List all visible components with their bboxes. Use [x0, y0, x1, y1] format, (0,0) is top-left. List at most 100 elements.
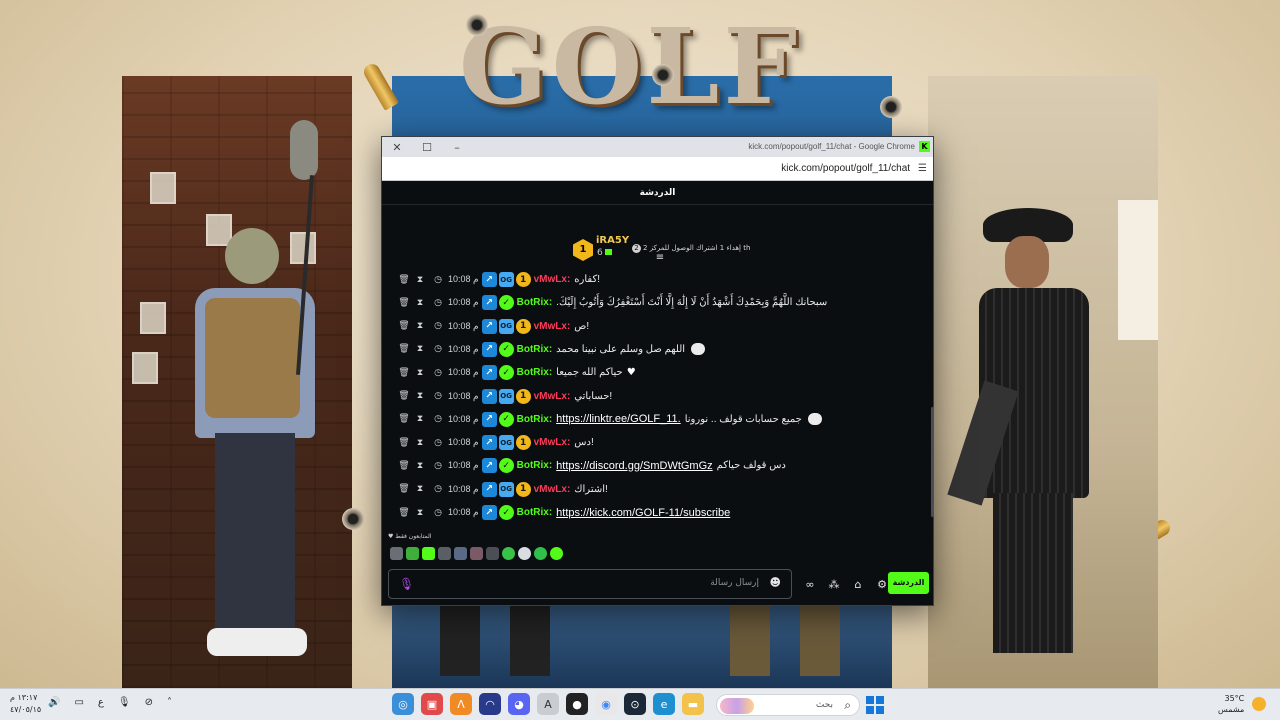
discord-icon[interactable]: ◕ [508, 693, 530, 715]
chevron-up-icon[interactable]: ˄ [167, 697, 172, 708]
site-settings-icon[interactable]: ☰ [918, 163, 927, 174]
delete-message-icon[interactable]: 🗑 [396, 505, 412, 521]
message-username[interactable]: vMwLx: [534, 437, 571, 448]
pinned-gift-banner[interactable]: 1 iRA5Y 6 2 إهداء 1 اشتراك الوصول للمركز … [382, 205, 933, 263]
delete-message-icon[interactable]: 🗑 [396, 272, 412, 288]
emote-item[interactable] [422, 547, 435, 560]
timeout-icon[interactable]: ⧗ [412, 505, 428, 521]
close-window-button[interactable]: ✕ [382, 137, 412, 157]
message-username[interactable]: BotRix: [517, 414, 553, 425]
message-username[interactable]: BotRix: [517, 297, 553, 308]
message-text: حساباتي! [574, 390, 613, 402]
timeout-icon[interactable]: ⧗ [412, 318, 428, 334]
chat-message[interactable]: 🗑 ⧗ ◷ 10:08 م ↗ ✓ BotRix: https://linktr.ee/GOL… [382, 408, 927, 431]
delete-message-icon[interactable]: 🗑 [396, 388, 412, 404]
clock[interactable]: ١٣:١٧ م ٤٧/٠٥/١٥ [10, 692, 41, 716]
chat-message[interactable]: 🗑 ⧗ ◷ 10:08 م ↗ OG 1 vMwLx: ص! [382, 315, 927, 338]
gift-rank-badge: 1 [573, 239, 593, 261]
emote-item[interactable] [550, 547, 563, 560]
ableton-icon[interactable]: Λ [450, 693, 472, 715]
chat-scrollbar[interactable] [931, 407, 934, 517]
timeout-icon[interactable]: ⧗ [412, 272, 428, 288]
steam-icon[interactable]: ⊙ [624, 693, 646, 715]
timeout-icon[interactable]: ⧗ [412, 388, 428, 404]
message-username[interactable]: BotRix: [517, 367, 553, 378]
start-windows-icon[interactable] [866, 696, 884, 714]
address-bar[interactable]: kick.com/popout/golf_11/chat ☰ [382, 157, 933, 181]
timeout-icon[interactable]: ⧗ [412, 458, 428, 474]
headset-icon[interactable]: ◠ [479, 693, 501, 715]
chat-message[interactable]: 🗑 ⧗ ◷ 10:08 م ↗ OG 1 vMwLx: دس! [382, 431, 927, 454]
emote-item[interactable] [438, 547, 451, 560]
link-icon[interactable]: ∞ [802, 576, 818, 592]
chat-messages[interactable]: 🗑 ⧗ ◷ 10:08 م ↗ OG 1 vMwLx: كفاره! 🗑 ⧗ ◷ 10:08 م ↗ ✓ Bo… [382, 261, 935, 529]
message-link[interactable]: https://linktr.ee/GOLF_11. [556, 413, 681, 425]
chat-message[interactable]: 🗑 ⧗ ◷ 10:08 م ↗ OG 1 vMwLx: اشتراك! [382, 478, 927, 501]
message-username[interactable]: BotRix: [517, 460, 553, 471]
message-link[interactable]: https://kick.com/GOLF-11/subscribe [556, 507, 730, 519]
eye-off-icon[interactable]: ⊘ [145, 697, 153, 708]
microphone-icon[interactable]: 🎙 [118, 697, 131, 708]
message-link[interactable]: https://discord.gg/SmDWtGmGz [556, 460, 712, 472]
delete-message-icon[interactable]: 🗑 [396, 435, 412, 451]
edge-icon[interactable]: e [653, 693, 675, 715]
delete-message-icon[interactable]: 🗑 [396, 411, 412, 427]
hype-icon[interactable]: ⁂ [826, 576, 842, 592]
file-explorer-icon[interactable]: ▬ [682, 693, 704, 715]
message-username[interactable]: BotRix: [517, 507, 553, 518]
emote-item[interactable] [406, 547, 419, 560]
timeout-icon[interactable]: ⧗ [412, 411, 428, 427]
emote-item[interactable] [470, 547, 483, 560]
timeout-icon[interactable]: ⧗ [412, 481, 428, 497]
gifter-username[interactable]: iRA5Y [596, 235, 629, 246]
delete-message-icon[interactable]: 🗑 [396, 318, 412, 334]
emote-item[interactable] [390, 547, 403, 560]
timeout-icon[interactable]: ⧗ [412, 295, 428, 311]
chat-message[interactable]: 🗑 ⧗ ◷ 10:08 م ↗ ✓ BotRix: .سبحانك اللَّهُمَّ وَ… [382, 291, 927, 314]
delete-message-icon[interactable]: 🗑 [396, 341, 412, 357]
minimize-window-button[interactable]: – [442, 137, 472, 157]
chat-message[interactable]: 🗑 ⧗ ◷ 10:08 م ↗ ✓ BotRix: اللهم صل وسلم على نبي… [382, 338, 927, 361]
delete-message-icon[interactable]: 🗑 [396, 295, 412, 311]
message-username[interactable]: vMwLx: [534, 321, 571, 332]
message-username[interactable]: vMwLx: [534, 484, 571, 495]
emote-item[interactable] [502, 547, 515, 560]
taskbar-search[interactable]: بحث ⌕ [716, 694, 860, 716]
message-username[interactable]: BotRix: [517, 344, 553, 355]
delete-message-icon[interactable]: 🗑 [396, 365, 412, 381]
delete-message-icon[interactable]: 🗑 [396, 481, 412, 497]
message-username[interactable]: vMwLx: [534, 274, 571, 285]
delete-message-icon[interactable]: 🗑 [396, 458, 412, 474]
message-username[interactable]: vMwLx: [534, 391, 571, 402]
chat-message[interactable]: 🗑 ⧗ ◷ 10:08 م ↗ ✓ BotRix: https://discord.gg/Sm… [382, 454, 927, 477]
emoji-picker-icon[interactable]: ☻ [770, 576, 781, 589]
chat-message[interactable]: 🗑 ⧗ ◷ 10:08 م ↗ ✓ BotRix: https://kick.com/GOLF… [382, 501, 927, 524]
chat-message[interactable]: 🗑 ⧗ ◷ 10:08 م ↗ OG 1 vMwLx: حساباتي! [382, 385, 927, 408]
maximize-window-button[interactable]: ☐ [412, 137, 442, 157]
weather-widget[interactable]: 35°C مشمس [1218, 693, 1244, 715]
emote-item[interactable] [486, 547, 499, 560]
teams-icon[interactable]: ◎ [392, 693, 414, 715]
chat-message[interactable]: 🗑 ⧗ ◷ 10:08 م ↗ OG 1 vMwLx: كفاره! [382, 268, 927, 291]
network-icon[interactable]: ▭ [74, 697, 83, 708]
store-icon[interactable]: ⌂ [850, 576, 866, 592]
chrome-icon[interactable]: ◉ [595, 693, 617, 715]
volume-icon[interactable]: 🔊 [48, 697, 60, 708]
emote-item[interactable] [454, 547, 467, 560]
app-a-icon[interactable]: A [537, 693, 559, 715]
chat-message[interactable]: 🗑 ⧗ ◷ 10:08 م ↗ ✓ BotRix: حياكم الله جميعا ♥ [382, 361, 927, 384]
obs-icon[interactable]: ● [566, 693, 588, 715]
language-indicator[interactable]: ع [98, 697, 104, 708]
timeout-icon[interactable]: ⧗ [412, 365, 428, 381]
chat-input[interactable]: 🎙 إرسال رسالة ☻ [388, 569, 792, 599]
emote-item[interactable] [518, 547, 531, 560]
app-red-icon[interactable]: ▣ [421, 693, 443, 715]
window-titlebar[interactable]: ✕ ☐ – kick.com/popout/golf_11/chat - Goo… [382, 137, 933, 157]
timeout-icon[interactable]: ⧗ [412, 435, 428, 451]
chat-input-placeholder[interactable]: إرسال رسالة [710, 578, 759, 588]
microphone-icon[interactable]: 🎙 [399, 577, 414, 591]
emote-item[interactable] [534, 547, 547, 560]
send-chat-button[interactable]: الدردشة [888, 572, 929, 594]
timeout-icon[interactable]: ⧗ [412, 341, 428, 357]
url-text[interactable]: kick.com/popout/golf_11/chat [781, 163, 910, 174]
